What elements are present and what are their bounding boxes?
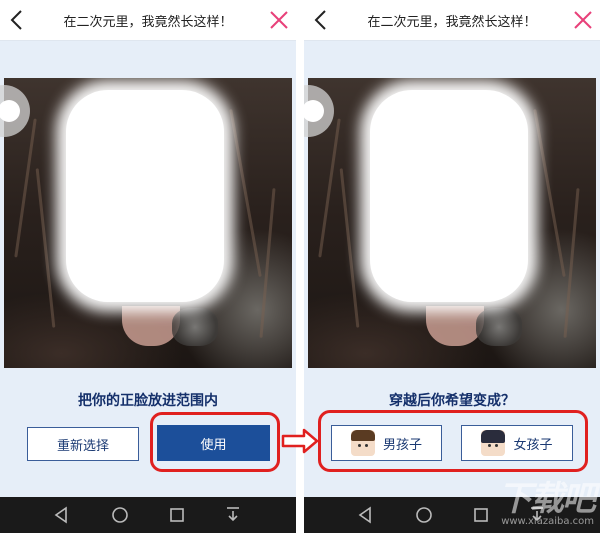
nav-recent-square-icon[interactable]: [471, 505, 491, 525]
selfie-photo: [4, 78, 292, 368]
instruction-text: 把你的正脸放进范围内: [78, 393, 218, 409]
page-title: 在二次元里，我竟然长这样！: [367, 15, 537, 30]
close-x-icon[interactable]: [572, 9, 594, 31]
nav-back-triangle-icon[interactable]: [52, 505, 72, 525]
selfie-photo: [308, 78, 596, 368]
back-chevron-icon[interactable]: [310, 8, 332, 32]
nav-back-triangle-icon[interactable]: [356, 505, 376, 525]
back-chevron-icon[interactable]: [6, 8, 28, 32]
close-x-icon[interactable]: [268, 9, 290, 31]
collar-area: [172, 308, 218, 346]
face-frame-mask: [66, 90, 224, 302]
use-button-highlight: [150, 412, 280, 472]
android-nav-bar: [0, 497, 296, 533]
right-arrow-icon: [281, 428, 319, 454]
nav-recent-square-icon[interactable]: [167, 505, 187, 525]
reselect-label: 重新选择: [56, 438, 109, 454]
nav-home-circle-icon[interactable]: [110, 505, 130, 525]
face-frame-mask: [370, 90, 528, 302]
collar-area: [476, 308, 522, 346]
android-nav-bar: [304, 497, 600, 533]
nav-down-icon[interactable]: [527, 505, 547, 525]
top-bar: 在二次元里，我竟然长这样！: [0, 0, 296, 41]
nav-home-circle-icon[interactable]: [414, 505, 434, 525]
page-title: 在二次元里，我竟然长这样！: [63, 15, 233, 30]
top-bar: 在二次元里，我竟然长这样！: [304, 0, 600, 41]
nav-down-icon[interactable]: [223, 505, 243, 525]
gender-options-highlight: [318, 410, 588, 472]
reselect-button[interactable]: 重新选择: [27, 427, 139, 461]
question-text: 穿越后你希望变成？: [389, 393, 515, 409]
